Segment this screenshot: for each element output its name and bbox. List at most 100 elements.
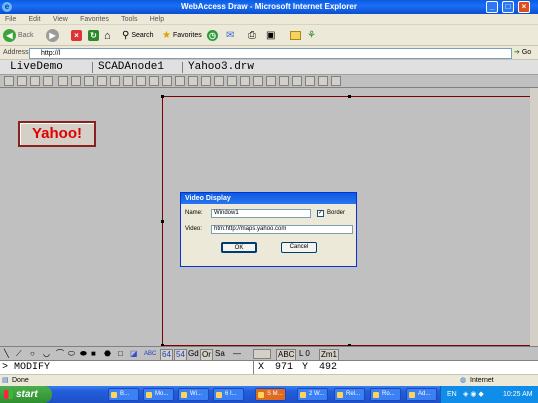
refresh-button[interactable]: ↻ <box>88 28 99 43</box>
forward-button[interactable]: ▶ <box>46 28 59 43</box>
back-button[interactable]: ◀ Back <box>3 28 34 43</box>
snap-toggle[interactable]: Sa <box>215 349 225 359</box>
task-button[interactable]: 2 W... <box>297 388 328 401</box>
menu-bar: File Edit View Favorites Tools Help <box>0 14 538 25</box>
menu-favorites[interactable]: Favorites <box>75 15 114 24</box>
menu-tools[interactable]: Tools <box>116 15 142 24</box>
save-icon[interactable] <box>30 76 40 86</box>
favorites-button[interactable]: ★ Favorites <box>162 28 202 43</box>
brush-icon[interactable] <box>227 76 237 86</box>
home-button[interactable]: ⌂ <box>104 28 111 43</box>
grid-toggle[interactable]: Gd <box>188 349 199 359</box>
ungroup-icon[interactable] <box>149 76 159 86</box>
resize-handle[interactable] <box>161 220 164 223</box>
start-button[interactable]: start <box>0 386 52 403</box>
edit-button[interactable]: ▣ <box>266 28 275 43</box>
menu-file[interactable]: File <box>0 15 21 24</box>
task-button[interactable]: Ad... <box>406 388 437 401</box>
line-style-icon[interactable] <box>97 76 107 86</box>
import-icon[interactable] <box>305 76 315 86</box>
ellipse-tool-icon[interactable]: ⬭ <box>68 349 75 359</box>
fill-tool-icon[interactable]: ◪ <box>130 349 138 359</box>
address-input[interactable]: http://l <box>29 48 512 59</box>
tools-icon[interactable] <box>318 76 328 86</box>
task-button-active[interactable]: S M... <box>255 388 286 401</box>
video-url-field[interactable]: htm:http://maps.yahoo.com <box>211 225 353 234</box>
drawing-canvas[interactable]: Yahoo! Video Display Name: Window1 ✓ Bor… <box>0 88 536 347</box>
tab-file[interactable]: Yahoo3.drw <box>188 60 254 75</box>
pointer-icon[interactable] <box>331 76 341 86</box>
folder-button[interactable] <box>290 28 301 43</box>
tag-icon[interactable] <box>188 76 198 86</box>
text-tool-icon[interactable]: ABC <box>144 349 156 359</box>
language-indicator[interactable]: EN <box>447 386 457 403</box>
menu-edit[interactable]: Edit <box>24 15 46 24</box>
history-button[interactable]: ◷ <box>207 28 218 43</box>
filled-ellipse-tool-icon[interactable]: ⬬ <box>80 349 87 359</box>
mail-button[interactable]: ✉ <box>226 28 234 43</box>
filled-rect-tool-icon[interactable]: ■ <box>91 349 96 359</box>
border-checkbox[interactable]: ✓ <box>317 210 324 217</box>
bar-chart-icon[interactable] <box>253 76 263 86</box>
color-swatch[interactable] <box>253 349 271 359</box>
yahoo-button-object[interactable]: Yahoo! <box>18 121 96 147</box>
save-as-icon[interactable] <box>43 76 53 86</box>
curve-tool-icon[interactable]: ⌒ <box>56 349 64 359</box>
copy-icon[interactable] <box>71 76 81 86</box>
close-button[interactable]: × <box>518 1 530 13</box>
messenger-button[interactable]: ⚘ <box>307 28 316 43</box>
printer-icon: ⎙ <box>248 30 256 41</box>
group-icon[interactable] <box>136 76 146 86</box>
task-button[interactable]: B... <box>108 388 139 401</box>
color-icon[interactable] <box>123 76 133 86</box>
task-button[interactable]: Wi... <box>178 388 209 401</box>
rectangle-tool-icon[interactable]: □ <box>118 349 123 359</box>
grid-icon[interactable] <box>175 76 185 86</box>
task-button[interactable]: Mo... <box>143 388 174 401</box>
vertical-scrollbar[interactable] <box>530 88 538 346</box>
ok-button[interactable]: OK <box>221 242 257 253</box>
paste-icon[interactable] <box>84 76 94 86</box>
tab-project[interactable]: LiveDemo <box>10 60 63 75</box>
line-width-selector[interactable]: — <box>233 349 241 359</box>
circle-tool-icon[interactable]: ○ <box>30 349 35 359</box>
folder-open-icon[interactable] <box>279 76 289 86</box>
resize-handle[interactable] <box>161 95 164 98</box>
fill-icon[interactable] <box>110 76 120 86</box>
name-field[interactable]: Window1 <box>211 209 311 218</box>
new-icon[interactable] <box>4 76 14 86</box>
symbol-icon[interactable] <box>266 76 276 86</box>
task-button[interactable]: Rel... <box>334 388 365 401</box>
polyline-tool-icon[interactable]: ⟋ <box>16 349 22 359</box>
task-button[interactable]: 6 I... <box>213 388 244 401</box>
polygon-tool-icon[interactable]: ⬣ <box>104 349 111 359</box>
arc-tool-icon[interactable]: ◡ <box>43 349 50 359</box>
pen-icon[interactable] <box>214 76 224 86</box>
open-icon[interactable] <box>17 76 27 86</box>
dynamic-icon[interactable] <box>201 76 211 86</box>
y-coordinate: 492 <box>319 362 338 373</box>
maximize-button[interactable]: □ <box>502 1 514 13</box>
library-icon[interactable] <box>292 76 302 86</box>
tray-icons[interactable]: ◈ ◉ ◆ <box>463 386 484 403</box>
menu-help[interactable]: Help <box>145 15 169 24</box>
tab-node[interactable]: SCADAnode1 <box>98 60 164 75</box>
go-button[interactable]: ➔ Go <box>514 48 531 56</box>
minimize-button[interactable]: _ <box>486 1 498 13</box>
task-button[interactable]: Ro... <box>370 388 401 401</box>
stop-button[interactable]: × <box>71 28 82 43</box>
name-value: Window1 <box>214 210 239 216</box>
command-line[interactable]: > MODIFY X 971 Y 492 <box>0 360 538 374</box>
cut-icon[interactable] <box>58 76 68 86</box>
cancel-button[interactable]: Cancel <box>281 242 317 253</box>
layer-indicator[interactable]: L 0 <box>299 349 310 359</box>
chart-icon[interactable] <box>240 76 250 86</box>
resize-handle[interactable] <box>348 95 351 98</box>
align-icon[interactable] <box>162 76 172 86</box>
drawing-tools-bar: ╲ ⟋ ○ ◡ ⌒ ⬭ ⬬ ■ ⬣ □ ◪ ABC 64 54 Gd Or Sa… <box>0 346 538 361</box>
line-tool-icon[interactable]: ╲ <box>4 349 9 359</box>
webaccess-draw-app: LiveDemo SCADAnode1 Yahoo3.drw Yahoo! Vi… <box>0 60 538 374</box>
menu-view[interactable]: View <box>48 15 73 24</box>
print-button[interactable]: ⎙ <box>248 28 256 43</box>
search-button[interactable]: ⚲ Search <box>122 28 154 43</box>
